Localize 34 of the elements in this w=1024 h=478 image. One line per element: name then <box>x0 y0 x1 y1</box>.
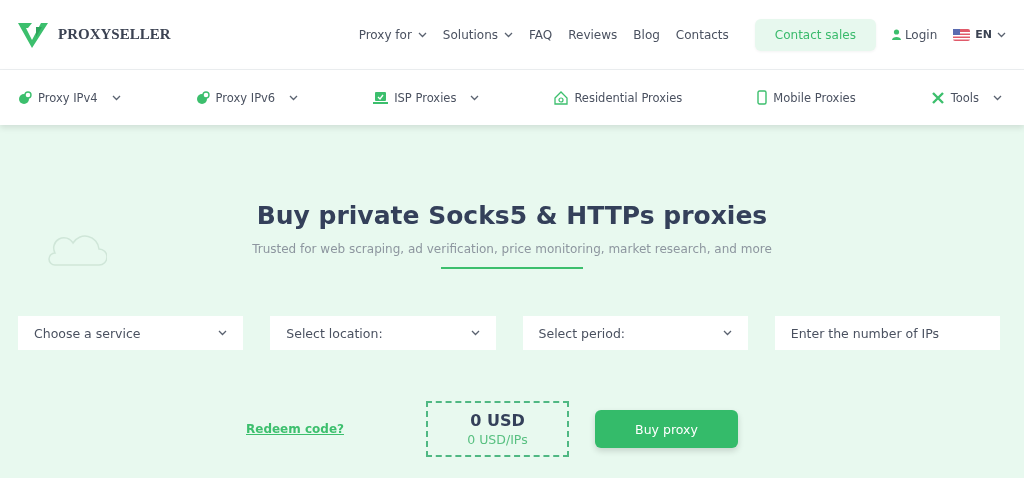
hero-title: Buy private Socks5 & HTTPs proxies <box>256 201 768 230</box>
phone-icon <box>757 90 768 105</box>
select-field[interactable]: Choose a service <box>18 316 244 350</box>
category-link[interactable]: Proxy IPv4 <box>18 90 121 105</box>
nav-link[interactable]: Reviews <box>568 27 618 42</box>
nav-link[interactable]: FAQ <box>529 27 553 42</box>
laptop-icon <box>373 90 389 105</box>
nav-link[interactable]: Proxy for <box>358 27 427 42</box>
caret-icon <box>218 330 228 336</box>
logo-text: PROXYSELLER <box>58 26 171 43</box>
category-link[interactable]: Residential Proxies <box>554 90 683 105</box>
select-field[interactable]: Select period: <box>522 316 748 350</box>
caret-icon <box>470 330 480 336</box>
language-selector[interactable]: EN <box>953 28 1006 41</box>
login-link[interactable]: Login <box>891 27 938 42</box>
caret-icon <box>722 330 732 336</box>
tools-icon <box>930 90 945 105</box>
flag-icon <box>953 28 971 41</box>
nav-link[interactable]: Contacts <box>675 27 729 42</box>
select-field[interactable]: Select location: <box>270 316 496 350</box>
user-icon <box>891 29 901 40</box>
category-link[interactable]: ISP Proxies <box>373 90 480 105</box>
cloud-icon <box>47 233 107 267</box>
hero-subtitle: Trusted for web scraping, ad verification, price monitoring, market research, and more <box>252 242 772 256</box>
category-link[interactable]: Mobile Proxies <box>757 90 856 105</box>
category-link[interactable]: Tools <box>930 90 1002 105</box>
category-link[interactable]: Proxy IPv6 <box>195 90 299 105</box>
home-icon <box>554 90 569 105</box>
ip-count-field[interactable]: Enter the number of IPs <box>774 316 1000 350</box>
total-price: 0 USD <box>470 411 525 430</box>
caret-icon <box>997 31 1006 38</box>
price-per-ip: 0 USD/IPs <box>467 432 528 447</box>
nav-link[interactable]: Solutions <box>442 27 513 42</box>
nav-link[interactable]: Blog <box>633 27 660 42</box>
